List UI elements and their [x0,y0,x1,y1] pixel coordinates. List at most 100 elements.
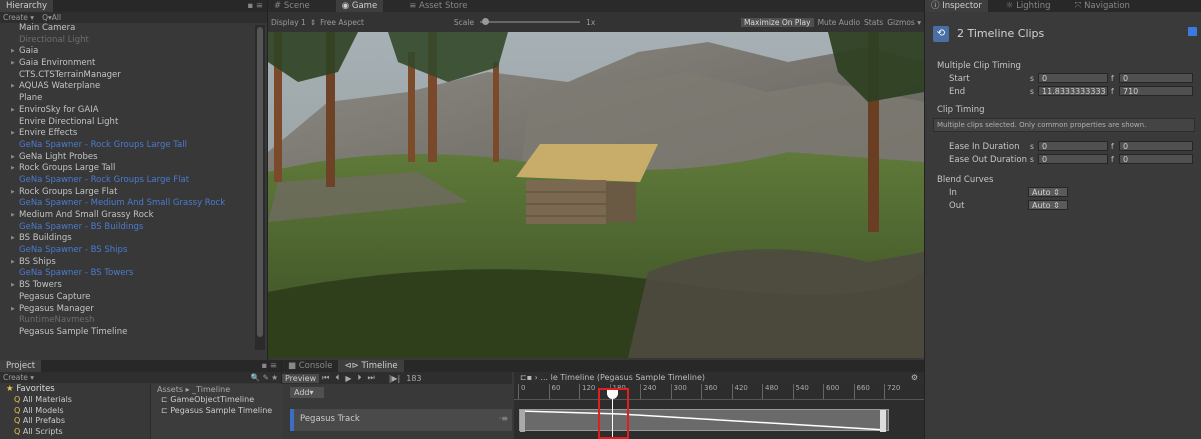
timeline-lock-icon[interactable]: ⊏▪ › [520,373,538,382]
hierarchy-item[interactable]: GeNa Spawner - BS Buildings [0,222,254,234]
favorite-item[interactable]: Q All Prefabs [0,416,150,427]
hierarchy-item[interactable]: BS Ships [0,257,254,269]
end-s-prefix: s [1030,87,1034,96]
ease-in-seconds-field[interactable]: 0 [1038,141,1108,151]
go-to-start-button[interactable]: ⏮ [319,373,332,383]
panel-menu-icon[interactable]: ▪ ≡ [247,1,267,11]
previous-frame-button[interactable]: ⏴ [332,373,342,383]
track-menu-icon[interactable]: ·≡ [499,414,508,423]
blend-in-dropdown[interactable]: Auto ⇕ [1028,187,1068,197]
favorite-item[interactable]: Q All Models [0,406,150,417]
hierarchy-item[interactable]: GeNa Spawner - BS Ships [0,245,254,257]
hierarchy-item[interactable]: Medium And Small Grassy Rock [0,210,254,222]
asset-file[interactable]: ⊏ Pegasus Sample Timeline [151,406,282,417]
favorites-header[interactable]: ★ Favorites [0,384,150,395]
gizmos-dropdown[interactable]: Gizmos ▾ [887,18,921,27]
tab-inspector[interactable]: ⓘ Inspector [925,0,988,12]
asset-file[interactable]: ⊏ GameObjectTimeline [151,395,282,406]
hierarchy-scrollbar[interactable] [255,25,265,350]
current-frame-field[interactable]: 183 [403,374,424,383]
timeline-tabbar: ■ Console ⊲⊳ Timeline [282,360,924,372]
start-seconds-field[interactable]: 0 [1038,73,1108,83]
stats-toggle[interactable]: Stats [864,18,883,27]
tab-navigation[interactable]: ⤧ Navigation [1069,0,1136,12]
tab-timeline[interactable]: ⊲⊳ Timeline [338,360,404,372]
play-range-button[interactable]: |▶| [386,374,404,383]
end-seconds-field[interactable]: 11.8333333333 [1038,86,1108,96]
hierarchy-item[interactable]: EnviroSky for GAIA [0,105,254,117]
hierarchy-item[interactable]: Gaia Environment [0,58,254,70]
tab-lighting[interactable]: ☼ Lighting [1000,0,1057,12]
hierarchy-item[interactable]: Main Camera [0,23,254,35]
hierarchy-item[interactable]: Envire Effects [0,128,254,140]
search-icon[interactable]: 🔍 ✎ ★ [251,373,278,382]
hierarchy-item[interactable]: Pegasus Manager [0,304,254,316]
ease-out-label: Ease Out Duration [949,155,1027,165]
scrollbar-thumb[interactable] [257,27,263,337]
timeline-tracks-area[interactable]: 0 60 120 180 240 300 360 420 480 540 600 660 720 [514,384,924,439]
start-s-prefix: s [1030,74,1034,83]
ease-out-seconds-field[interactable]: 0 [1038,154,1108,164]
hierarchy-item[interactable]: CTS.CTSTerrainManager [0,70,254,82]
dropdown-arrows-icon: ⇕ [309,17,317,27]
hierarchy-item[interactable]: Envire Directional Light [0,117,254,129]
ease-out-frames-field[interactable]: 0 [1119,154,1193,164]
hierarchy-item[interactable]: Gaia [0,46,254,58]
animation-clip[interactable] [519,409,889,432]
hierarchy-item[interactable]: GeNa Spawner - BS Towers [0,268,254,280]
tab-project[interactable]: Project [0,360,42,372]
hierarchy-item[interactable]: Rock Groups Large Flat [0,187,254,199]
project-toolbar: Create ▾ 🔍 ✎ ★ [0,372,281,383]
tab-game-label: Game [351,1,378,11]
pegasus-track-header[interactable]: Pegasus Track ·≡ [290,409,512,431]
blend-out-dropdown[interactable]: Auto ⇕ [1028,200,1068,210]
scale-slider[interactable] [480,18,581,25]
tab-hierarchy[interactable]: Hierarchy [0,0,54,12]
hierarchy-item[interactable]: GeNa Light Probes [0,152,254,164]
timeline-icon: ⊲⊳ [344,361,362,371]
panel-menu-icon[interactable]: ▪ ≡ [261,361,281,371]
play-button[interactable]: ▶ [342,374,354,383]
favorite-item[interactable]: Q All Materials [0,395,150,406]
game-render-view[interactable] [268,32,924,358]
hierarchy-item[interactable]: BS Towers [0,280,254,292]
hierarchy-list: Main CameraDirectional LightGaiaGaia Env… [0,23,254,360]
gear-icon[interactable]: ⚙ [911,372,918,384]
maximize-on-play-toggle[interactable]: Maximize On Play [740,17,814,27]
mute-audio-toggle[interactable]: Mute Audio [818,18,860,27]
create-dropdown[interactable]: Create ▾ [3,13,34,22]
favorite-item[interactable]: Q All Scripts [0,427,150,438]
hierarchy-item[interactable]: BS Buildings [0,233,254,245]
hierarchy-item[interactable]: Pegasus Capture [0,292,254,304]
tab-console[interactable]: ■ Console [282,360,338,372]
hierarchy-item[interactable]: AQUAS Waterplane [0,81,254,93]
hierarchy-item[interactable]: Directional Light [0,35,254,47]
assets-breadcrumb[interactable]: Assets ▸ _Timeline [151,384,282,395]
search-input[interactable]: Q▾All [42,13,61,22]
hierarchy-item[interactable]: RuntimeNavmesh [0,315,254,327]
ruler-tick-label: 480 [762,384,778,399]
start-frames-field[interactable]: 0 [1119,73,1193,83]
tab-asset-store[interactable]: ≡ Asset Store [403,0,473,12]
tab-game[interactable]: ◉ Game [335,0,384,12]
go-to-end-button[interactable]: ⏭ [365,373,378,383]
hierarchy-item[interactable]: GeNa Spawner - Rock Groups Large Tall [0,140,254,152]
settings-icon[interactable] [1188,27,1197,36]
end-frames-field[interactable]: 710 [1119,86,1193,96]
display-dropdown[interactable]: Display 1 [271,18,306,27]
hierarchy-item[interactable]: Plane [0,93,254,105]
scale-slider-handle[interactable] [482,18,490,25]
project-create-dropdown[interactable]: Create ▾ [3,373,34,382]
preview-toggle[interactable]: Preview [282,373,320,383]
time-ruler[interactable]: 0 60 120 180 240 300 360 420 480 540 600 660 720 [514,384,924,400]
hierarchy-toolbar: Create ▾ Q▾All [0,12,267,23]
next-frame-button[interactable]: ⏵ [355,373,365,383]
hierarchy-item[interactable]: GeNa Spawner - Medium And Small Grassy R… [0,198,254,210]
add-track-button[interactable]: Add▾ [290,387,324,398]
aspect-dropdown[interactable]: Free Aspect [320,18,364,27]
hierarchy-item[interactable]: Rock Groups Large Tall [0,163,254,175]
tab-scene[interactable]: # Scene [268,0,316,12]
hierarchy-item[interactable]: GeNa Spawner - Rock Groups Large Flat [0,175,254,187]
ease-in-frames-field[interactable]: 0 [1119,141,1193,151]
hierarchy-item[interactable]: Pegasus Sample Timeline [0,327,254,339]
